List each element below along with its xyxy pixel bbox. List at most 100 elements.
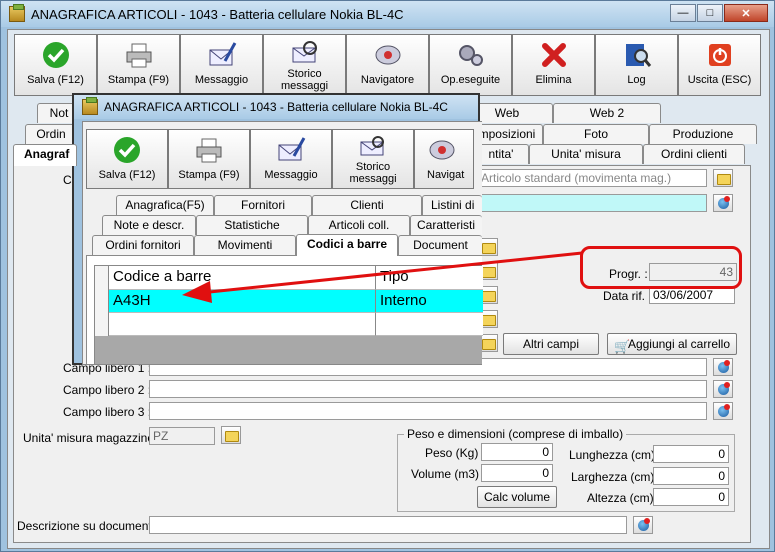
main-toolbar: Salva (F12) Stampa (F9) Messaggio Storic… <box>14 34 761 96</box>
check-icon <box>112 135 142 165</box>
message-button[interactable]: Messaggio <box>180 34 263 96</box>
popup-tab-anagrafica[interactable]: Anagrafica(F5) <box>116 195 214 215</box>
popup-tab-caratteristiche[interactable]: Caratteristi <box>410 215 482 235</box>
description-globe-button[interactable] <box>713 194 733 212</box>
popup-tab-codici-barre[interactable]: Codici a barre <box>296 234 398 256</box>
campo-libero-1-globe[interactable] <box>713 358 733 376</box>
history-icon <box>358 135 388 157</box>
navigator-button[interactable]: Navigatore <box>346 34 429 96</box>
popup-tab-ordini-fornitori[interactable]: Ordini fornitori <box>92 235 194 255</box>
progr-highlight-box <box>580 246 742 289</box>
popup-tab-documenti[interactable]: Document <box>398 235 482 255</box>
grid-cell-tipo-2[interactable] <box>376 313 483 336</box>
tab-produzione[interactable]: Produzione <box>649 124 757 144</box>
add-to-cart-button[interactable]: 🛒 Aggiungi al carrello <box>607 333 737 355</box>
grid-cell-tipo-1[interactable]: Interno <box>376 290 483 313</box>
article-type-field[interactable]: Articolo standard (movimenta mag.) <box>477 169 707 187</box>
barcode-grid: Codice a barre Tipo A43H Interno <box>94 265 483 365</box>
tab-unita-misura[interactable]: Unita' misura <box>529 144 643 164</box>
data-rif-label: Data rif. : <box>603 289 652 303</box>
larghezza-label: Larghezza (cm) : <box>571 470 662 484</box>
altri-campi-button[interactable]: Altri campi <box>503 333 599 355</box>
navigator-icon <box>373 40 403 70</box>
check-icon <box>41 40 71 70</box>
volume-field[interactable]: 0 <box>481 464 553 482</box>
main-window-title: ANAGRAFICA ARTICOLI - 1043 - Batteria ce… <box>31 6 404 22</box>
lunghezza-field[interactable]: 0 <box>653 445 729 463</box>
group-title: Peso e dimensioni (comprese di imballo) <box>404 427 627 441</box>
save-button[interactable]: Salva (F12) <box>14 34 97 96</box>
um-folder-button[interactable] <box>221 426 241 444</box>
tab-anagrafica[interactable]: Anagraf <box>13 144 77 166</box>
campo-libero-2-field[interactable] <box>149 380 707 398</box>
peso-field[interactable]: 0 <box>481 443 553 461</box>
grid-cell-codice-1[interactable]: A43H <box>109 290 376 313</box>
popup-tab-listini[interactable]: Listini di v <box>422 195 482 231</box>
grid-header-codice[interactable]: Codice a barre <box>109 266 376 290</box>
popup-save-button[interactable]: Salva (F12) <box>86 129 168 189</box>
popup-tab-movimenti[interactable]: Movimenti <box>194 235 296 255</box>
message-history-button[interactable]: Storico messaggi <box>263 34 346 96</box>
operations-button[interactable]: Op.eseguite <box>429 34 512 96</box>
descr-documenti-globe[interactable] <box>633 516 653 534</box>
descr-documenti-label: Descrizione su documenti: <box>17 519 158 533</box>
popup-tab-fornitori[interactable]: Fornitori <box>214 195 312 215</box>
grid-cell-codice-2[interactable] <box>109 313 376 336</box>
descr-documenti-field[interactable] <box>149 516 627 534</box>
popup-tab-articoli-coll[interactable]: Articoli coll. <box>308 215 410 235</box>
tab-web2[interactable]: Web 2 <box>553 103 661 123</box>
minimize-button[interactable]: — <box>670 4 696 22</box>
popup-history-button[interactable]: Storico messaggi <box>332 129 414 189</box>
altezza-label: Altezza (cm) : <box>587 491 661 505</box>
delete-button[interactable]: Elimina <box>512 34 595 96</box>
tab-ordini[interactable]: Ordin <box>25 124 77 144</box>
campo-libero-3-field[interactable] <box>149 402 707 420</box>
printer-icon <box>124 40 154 70</box>
popup-titlebar: ANAGRAFICA ARTICOLI - 1043 - Batteria ce… <box>74 95 478 119</box>
main-titlebar: ANAGRAFICA ARTICOLI - 1043 - Batteria ce… <box>1 1 774 27</box>
campo-libero-3-globe[interactable] <box>713 402 733 420</box>
grid-row-header-column <box>95 266 109 336</box>
description-field[interactable] <box>477 194 707 212</box>
article-type-folder-button[interactable] <box>713 169 733 187</box>
history-icon <box>290 40 320 64</box>
message-icon <box>276 135 306 165</box>
popup-app-box-icon <box>82 97 98 115</box>
print-button[interactable]: Stampa (F9) <box>97 34 180 96</box>
popup-print-button[interactable]: Stampa (F9) <box>168 129 250 189</box>
close-button[interactable]: ✕ <box>724 4 768 22</box>
larghezza-field[interactable]: 0 <box>653 467 729 485</box>
campo-libero-3-label: Campo libero 3 : <box>63 405 152 419</box>
tab-ordini-clienti[interactable]: Ordini clienti <box>643 144 745 164</box>
maximize-button[interactable]: □ <box>697 4 723 22</box>
popup-navigator-button[interactable]: Navigat <box>414 129 474 189</box>
log-icon <box>622 40 652 70</box>
altezza-field[interactable]: 0 <box>653 488 729 506</box>
delete-icon <box>539 40 569 70</box>
campo-libero-2-globe[interactable] <box>713 380 733 398</box>
log-button[interactable]: Log <box>595 34 678 96</box>
popup-toolbar: Salva (F12) Stampa (F9) Messaggio Storic… <box>86 129 474 189</box>
peso-label: Peso (Kg) : <box>425 446 486 460</box>
popup-window-title: ANAGRAFICA ARTICOLI - 1043 - Batteria ce… <box>104 100 448 114</box>
app-box-icon <box>9 4 25 22</box>
um-magazzino-field[interactable]: PZ <box>149 427 215 445</box>
popup-tab-clienti[interactable]: Clienti <box>312 195 422 215</box>
field-c-label: C <box>63 173 72 187</box>
exit-button[interactable]: Uscita (ESC) <box>678 34 761 96</box>
grid-header-tipo[interactable]: Tipo <box>376 266 483 290</box>
popup-window: ANAGRAFICA ARTICOLI - 1043 - Batteria ce… <box>72 93 483 365</box>
popup-tab-statistiche[interactable]: Statistiche <box>196 215 308 235</box>
calc-volume-button[interactable]: Calc volume <box>477 486 557 508</box>
popup-tab-note[interactable]: Note e descr. <box>102 215 196 235</box>
window-controls: — □ ✕ <box>670 4 768 22</box>
campo-libero-2-label: Campo libero 2 : <box>63 383 152 397</box>
um-magazzino-label: Unita' misura magazzino : <box>23 431 161 445</box>
popup-message-button[interactable]: Messaggio <box>250 129 332 189</box>
navigator-icon <box>427 135 457 165</box>
exit-icon <box>705 40 735 70</box>
message-icon <box>207 40 237 70</box>
gears-icon <box>456 40 486 70</box>
volume-label: Volume (m3) : <box>411 467 486 481</box>
tab-foto[interactable]: Foto <box>543 124 649 144</box>
